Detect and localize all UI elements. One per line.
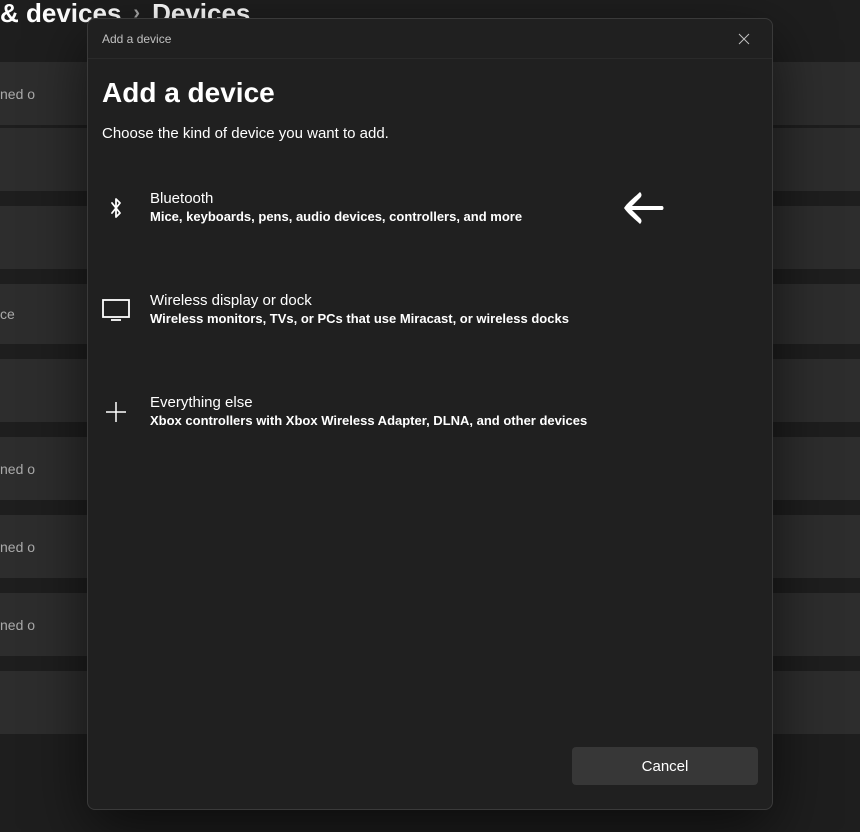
option-text: Everything else Xbox controllers with Xb…: [150, 394, 758, 428]
option-title: Bluetooth: [150, 190, 758, 207]
dialog-title: Add a device: [102, 32, 171, 46]
option-desc: Wireless monitors, TVs, or PCs that use …: [150, 311, 758, 326]
bluetooth-icon: [102, 194, 130, 222]
close-button[interactable]: [730, 25, 758, 53]
dialog-titlebar: Add a device: [88, 19, 772, 59]
option-everything-else[interactable]: Everything else Xbox controllers with Xb…: [102, 386, 758, 436]
add-device-dialog: Add a device Add a device Choose the kin…: [87, 18, 773, 810]
option-desc: Mice, keyboards, pens, audio devices, co…: [150, 209, 758, 224]
dialog-subtext: Choose the kind of device you want to ad…: [102, 125, 758, 142]
option-wireless-display[interactable]: Wireless display or dock Wireless monito…: [102, 284, 758, 334]
display-icon: [102, 296, 130, 324]
dialog-heading: Add a device: [102, 77, 758, 109]
option-title: Wireless display or dock: [150, 292, 758, 309]
option-bluetooth[interactable]: Bluetooth Mice, keyboards, pens, audio d…: [102, 182, 758, 232]
dialog-body: Add a device Choose the kind of device y…: [88, 59, 772, 747]
option-desc: Xbox controllers with Xbox Wireless Adap…: [150, 413, 758, 428]
option-text: Bluetooth Mice, keyboards, pens, audio d…: [150, 190, 758, 224]
option-title: Everything else: [150, 394, 758, 411]
dialog-footer: Cancel: [88, 747, 772, 809]
option-text: Wireless display or dock Wireless monito…: [150, 292, 758, 326]
cancel-button[interactable]: Cancel: [572, 747, 758, 785]
plus-icon: [102, 398, 130, 426]
close-icon: [738, 33, 750, 45]
modal-overlay: Add a device Add a device Choose the kin…: [0, 0, 860, 832]
pointer-arrow-icon: [622, 188, 666, 233]
